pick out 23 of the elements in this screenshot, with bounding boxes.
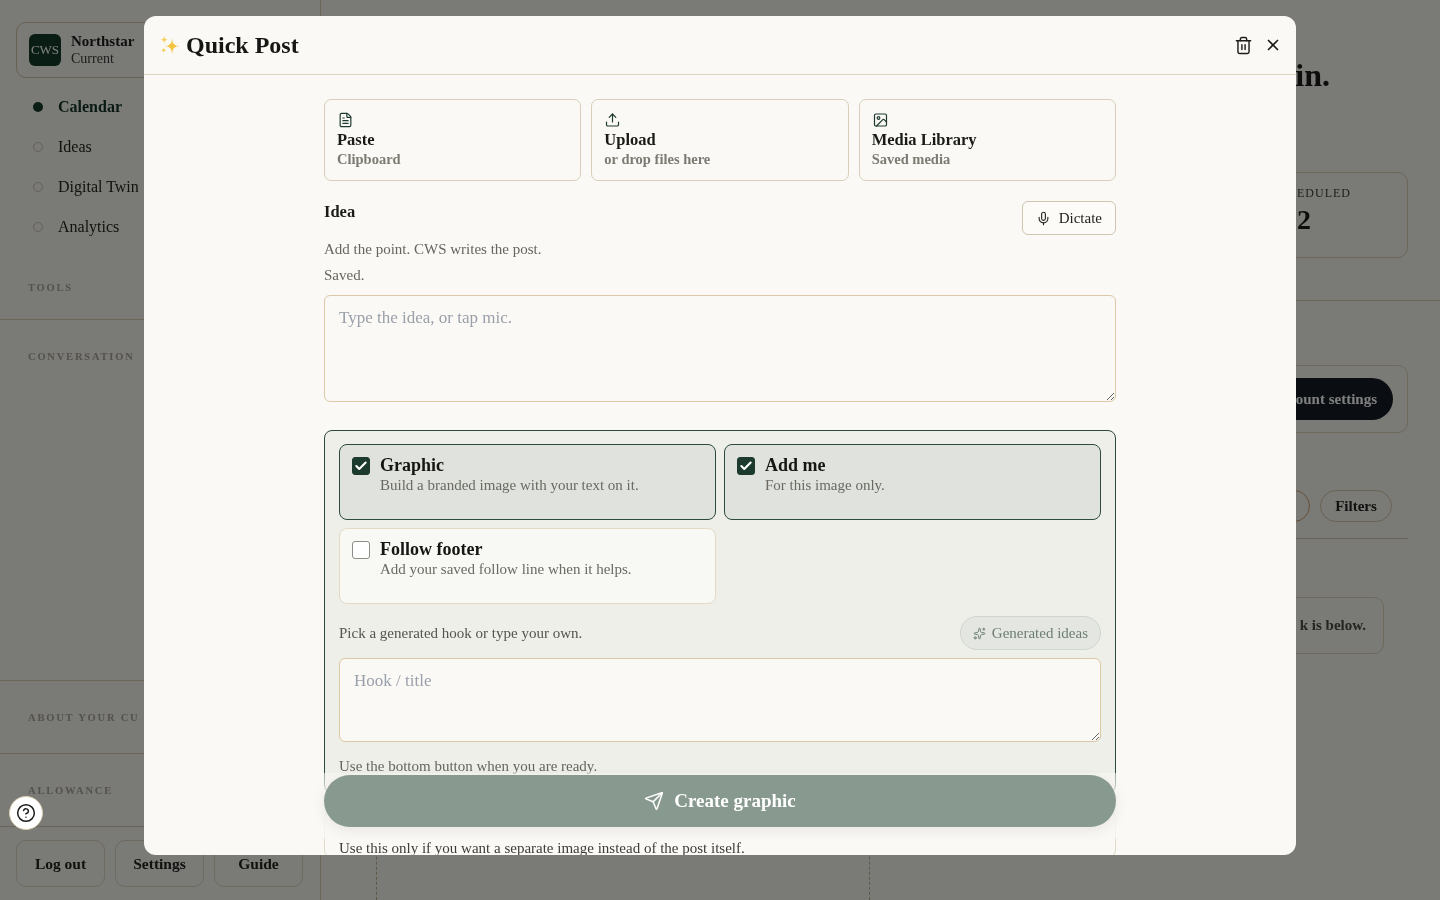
stat-label: EDULED (1297, 186, 1351, 200)
idea-hint: Add the point. CWS writes the post. (324, 241, 542, 257)
page-heading: in. (1295, 56, 1330, 95)
stat-value: 2 (1297, 203, 1311, 237)
option-title: Follow footer (380, 538, 483, 560)
save-status: Saved. (324, 267, 365, 283)
nav-label: Calendar (58, 98, 122, 116)
option-description: Build a branded image with your text on it. (380, 476, 639, 494)
nav-label: Ideas (58, 138, 92, 156)
option-description: For this image only. (765, 476, 885, 494)
modal-title: Quick Post (186, 31, 299, 59)
notice-text: k is below. (1299, 617, 1366, 634)
nav-label: Analytics (58, 218, 120, 236)
workspace-logo: CWS (29, 34, 61, 66)
nav-label: Digital Twin (58, 178, 139, 196)
option-title: Add me (765, 454, 826, 476)
option-title: Graphic (380, 454, 444, 476)
workspace-status: Current (71, 50, 115, 68)
option-description: Add your saved follow line when it helps. (380, 560, 632, 578)
hook-hint: Pick a generated hook or type your own. (339, 624, 583, 642)
hook-note: Use the bottom button when you are ready. (339, 758, 598, 774)
workspace-name: Northstar (71, 32, 135, 50)
idea-label: Idea (324, 201, 356, 223)
